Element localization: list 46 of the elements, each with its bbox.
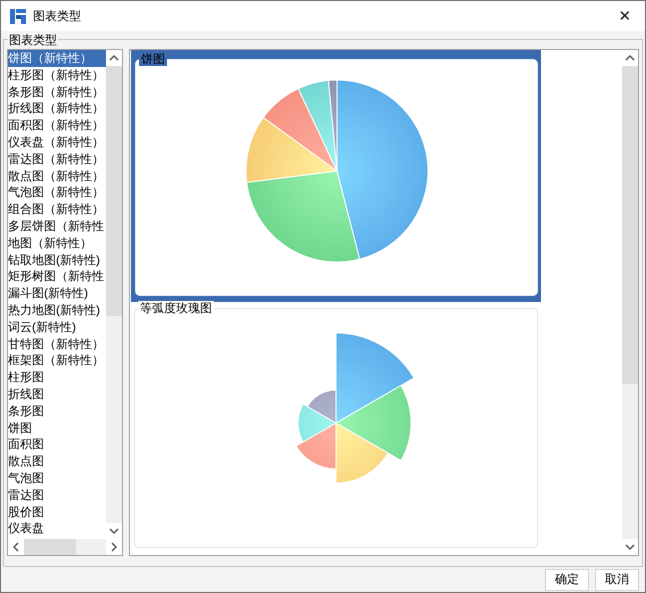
chart-type-item[interactable]: 散点图（新特性） [8, 168, 106, 184]
scroll-up-icon[interactable] [622, 50, 638, 66]
chart-type-item[interactable]: 仪表盘 [8, 520, 106, 538]
window-title: 图表类型 [33, 8, 82, 24]
chart-type-item[interactable]: 漏斗图(新特性) [8, 285, 106, 302]
chart-type-item[interactable]: 条形图（新特性） [8, 84, 106, 100]
chart-type-item[interactable]: 词云(新特性) [8, 318, 106, 336]
chart-type-item[interactable]: 散点图 [8, 453, 106, 470]
chart-type-item[interactable]: 甘特图（新特性） [8, 336, 106, 352]
chart-type-item[interactable]: 股价图 [8, 504, 106, 520]
chart-type-item[interactable]: 气泡图（新特性） [8, 184, 106, 202]
chart-preview-tile[interactable]: 饼图 [131, 50, 541, 302]
chart-type-item[interactable]: 仪表盘（新特性） [8, 134, 106, 151]
scroll-down-icon[interactable] [622, 539, 638, 555]
horizontal-scrollbar[interactable] [8, 539, 122, 555]
vertical-scrollbar[interactable] [622, 50, 638, 555]
chart-type-item[interactable]: 柱形图 [8, 369, 106, 386]
cancel-button[interactable]: 取消 [595, 568, 639, 590]
chart-type-item[interactable]: 气泡图 [8, 470, 106, 487]
scroll-up-icon[interactable] [106, 50, 122, 66]
group-title: 图表类型 [8, 32, 58, 49]
chart-type-item[interactable]: 面积图（新特性） [8, 117, 106, 134]
close-button[interactable]: ✕ [605, 1, 645, 31]
chart-type-item[interactable]: 柱形图（新特性） [8, 66, 106, 84]
chart-type-item[interactable]: 雷达图（新特性） [8, 150, 106, 168]
scroll-left-icon[interactable] [8, 539, 24, 555]
chart-type-item[interactable]: 矩形树图（新特性 [8, 268, 106, 286]
chart-type-item[interactable]: 组合图（新特性） [8, 201, 106, 218]
chart-type-item[interactable]: 多层饼图（新特性 [8, 218, 106, 235]
chart-type-item[interactable]: 面积图 [8, 436, 106, 454]
chart-type-item[interactable]: 饼图 [8, 420, 106, 436]
chart-type-item[interactable]: 框架图（新特性） [8, 352, 106, 370]
chart-type-item[interactable]: 钻取地图(新特性) [8, 252, 106, 268]
vertical-scrollbar[interactable] [106, 50, 122, 539]
chart-type-item[interactable]: 雷达图 [8, 486, 106, 504]
preview-title: 等弧度玫瑰图 [138, 301, 214, 315]
chart-type-item[interactable]: 地图（新特性） [8, 234, 106, 252]
ok-button[interactable]: 确定 [545, 568, 589, 590]
chart-type-item[interactable]: 折线图 [8, 386, 106, 403]
chart-type-item[interactable]: 饼图（新特性） [8, 50, 106, 67]
app-logo-icon [9, 7, 27, 25]
chart-type-item[interactable]: 折线图（新特性） [8, 100, 106, 118]
scroll-right-icon[interactable] [106, 539, 122, 555]
preview-title: 饼图 [139, 52, 167, 66]
chart-type-item[interactable]: 条形图 [8, 402, 106, 420]
chart-type-item[interactable]: 热力地图(新特性) [8, 302, 106, 319]
